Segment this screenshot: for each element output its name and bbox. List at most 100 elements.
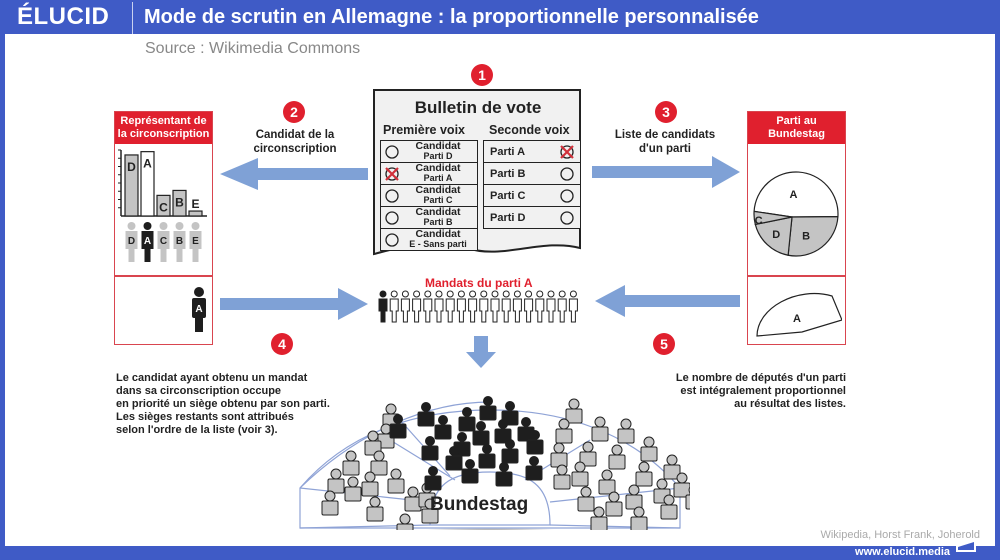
candidate-legs xyxy=(128,248,135,262)
second-vote-option[interactable]: Parti C xyxy=(484,184,580,206)
radio-icon[interactable] xyxy=(385,232,399,247)
list-mandate-figure xyxy=(546,290,556,323)
seat-party-a xyxy=(479,396,497,421)
second-vote-list: Parti A Parti B Parti C Parti D xyxy=(483,140,581,229)
bar-E xyxy=(188,210,203,217)
list-mandate-figure xyxy=(468,290,478,323)
list-mandate-figure xyxy=(479,290,489,323)
party-option-label: Parti C xyxy=(490,189,526,202)
seat-party-a xyxy=(417,402,435,427)
svg-text:A: A xyxy=(793,313,801,325)
radio-icon[interactable] xyxy=(385,144,399,159)
candidate-label-D: D xyxy=(128,236,135,247)
radio-icon[interactable] xyxy=(385,210,399,225)
arrow-left-icon xyxy=(220,158,368,190)
list-mandate-figure xyxy=(501,290,511,323)
candidate-head xyxy=(175,222,184,230)
bar-label-B: B xyxy=(175,195,184,209)
second-vote-option[interactable]: Parti B xyxy=(484,162,580,184)
list-mandate-figure xyxy=(568,290,578,323)
candidate-party: Parti A xyxy=(423,172,453,183)
svg-text:A: A xyxy=(195,304,202,315)
constituency-panel: Représentant de la circonscription DDAAC… xyxy=(114,111,213,345)
step-3-label-line: d'un parti xyxy=(639,143,691,155)
party-option-label: Parti D xyxy=(490,211,526,224)
bundestag-party-panel: Parti au Bundestag A B DC A xyxy=(747,111,846,345)
candidate-head xyxy=(143,222,152,230)
arrow-right-icon xyxy=(220,288,368,320)
bundestag-party-panel-title: Parti au Bundestag xyxy=(748,112,845,144)
step-badge-4: 4 xyxy=(271,333,293,355)
arrow-down-icon xyxy=(466,336,496,368)
brand-mark-icon xyxy=(956,538,976,552)
direct-mandate-figure xyxy=(378,290,388,323)
second-vote-option[interactable]: Parti D xyxy=(484,206,580,228)
panel-title-line: Bundestag xyxy=(768,128,825,140)
candidate-party: E - Sans parti xyxy=(409,238,467,249)
step-badge-2: 2 xyxy=(283,101,305,123)
step-badge-5: 5 xyxy=(653,333,675,355)
candidate-label-A: A xyxy=(144,236,151,247)
step-2-label: Candidat de la circonscription xyxy=(240,128,350,156)
first-vote-option[interactable]: Candidat Parti B xyxy=(381,206,477,228)
list-mandate-figure xyxy=(434,290,444,323)
panel-title-line: Représentant de xyxy=(120,115,207,127)
mandats-title: Mandats du parti A xyxy=(425,276,533,290)
pie-label-C: C xyxy=(755,215,763,227)
pie-slice-B xyxy=(787,216,839,257)
list-mandate-figure xyxy=(490,290,500,323)
list-mandate-figure xyxy=(389,290,399,323)
bar-label-E: E xyxy=(191,197,199,211)
first-vote-option[interactable]: Candidat Parti C xyxy=(381,184,477,206)
candidate-legs xyxy=(176,248,183,262)
bar-label-A: A xyxy=(143,157,152,171)
list-mandate-figure xyxy=(445,290,455,323)
candidate-legs xyxy=(192,248,199,262)
party-a-share-slice: A xyxy=(756,292,842,337)
candidate-party: Parti B xyxy=(423,216,453,227)
step-2-label-line: Candidat de la xyxy=(255,129,335,141)
party-a-mandates-row xyxy=(378,290,578,323)
pie-label-B: B xyxy=(802,230,810,242)
step-badge-1: 1 xyxy=(471,64,493,86)
first-vote-option[interactable]: Candidat Parti D xyxy=(381,141,477,162)
panel-divider xyxy=(748,275,845,277)
panel-divider xyxy=(115,275,212,277)
first-vote-option-label: Candidat Parti C xyxy=(399,185,477,205)
second-vote-header: Seconde voix xyxy=(489,123,570,137)
list-mandate-figure xyxy=(400,290,410,323)
list-mandate-figure xyxy=(557,290,567,323)
website-link[interactable]: www.elucid.media xyxy=(855,546,950,558)
candidate-party: Parti D xyxy=(423,150,453,161)
radio-icon[interactable] xyxy=(560,166,574,181)
panel-title-line: la circonscription xyxy=(117,128,210,140)
first-vote-option[interactable]: Candidat E - Sans parti xyxy=(381,228,477,250)
candidate-party: Parti C xyxy=(423,194,453,205)
step-3-label: Liste de candidats d'un parti xyxy=(605,128,725,156)
first-vote-option-label: Candidat E - Sans parti xyxy=(399,229,477,249)
party-option-label: Parti A xyxy=(490,145,526,158)
seat-right-group xyxy=(617,418,635,444)
radio-icon[interactable] xyxy=(385,188,399,203)
list-mandate-figure xyxy=(524,290,534,323)
candidate-legs xyxy=(144,248,151,262)
elected-representative-icon: A xyxy=(192,287,206,332)
seat-right-group xyxy=(591,416,609,442)
pie-label-A: A xyxy=(789,189,797,201)
first-vote-option[interactable]: Candidat Parti A xyxy=(381,162,477,184)
second-vote-option[interactable]: Parti A xyxy=(484,141,580,162)
candidate-head xyxy=(191,222,200,230)
first-vote-header: Première voix xyxy=(383,123,465,137)
radio-icon[interactable] xyxy=(560,210,574,225)
first-vote-option-label: Candidat Parti D xyxy=(399,141,477,161)
checked-radio-icon[interactable] xyxy=(385,166,399,181)
seat-right-group xyxy=(565,398,583,424)
radio-icon[interactable] xyxy=(560,188,574,203)
party-pie-chart: A B DC xyxy=(753,171,839,257)
candidate-legs xyxy=(160,248,167,262)
checked-radio-icon[interactable] xyxy=(560,144,574,159)
first-vote-option-label: Candidat Parti A xyxy=(399,163,477,183)
candidate-label-C: C xyxy=(160,236,167,247)
seat-right-group xyxy=(640,436,658,462)
candidate-head xyxy=(159,222,168,230)
